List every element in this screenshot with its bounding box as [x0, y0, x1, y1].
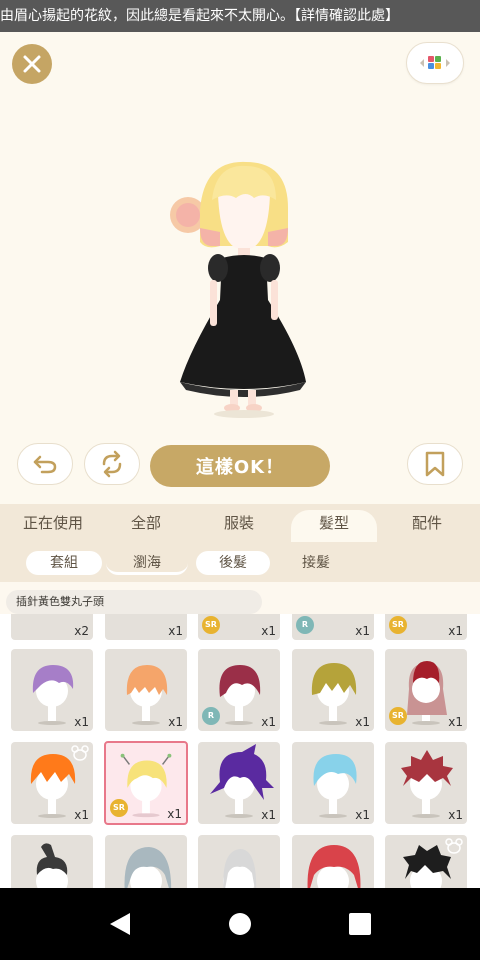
rarity-badge: R: [202, 707, 220, 725]
avatar-figure[interactable]: [160, 150, 330, 420]
tab-all[interactable]: 全部: [106, 504, 186, 542]
item-quantity: x1: [261, 715, 276, 729]
rarity-badge: SR: [110, 799, 128, 817]
item-card[interactable]: SR x1: [385, 649, 467, 731]
bear-icon: [445, 838, 463, 854]
back-triangle-icon[interactable]: [108, 912, 132, 936]
bookmark-button[interactable]: [407, 443, 463, 485]
item-card[interactable]: x1: [198, 742, 280, 824]
item-quantity: x1: [448, 808, 463, 822]
undo-button[interactable]: [17, 443, 73, 485]
item-card[interactable]: [11, 835, 93, 888]
item-card[interactable]: [198, 835, 280, 888]
tab-in-use[interactable]: 正在使用: [0, 504, 106, 542]
item-card[interactable]: x2: [11, 614, 93, 640]
item-grid: x2 x1 SR x1 R x1 SR x1 x1 x1 R x1 x1 SR …: [0, 614, 480, 888]
hair-preview-icon: [307, 845, 361, 888]
tab-accessories[interactable]: 配件: [384, 504, 470, 542]
item-card[interactable]: x1: [11, 742, 93, 824]
item-card[interactable]: x1: [11, 649, 93, 731]
item-card[interactable]: SR x1: [385, 614, 467, 640]
item-quantity: x1: [74, 808, 89, 822]
bookmark-icon: [425, 451, 445, 477]
item-quantity: x1: [74, 715, 89, 729]
ticker-text: 由眉心揚起的花紋，因此總是看起來不太開心。【詳情確認此處】: [0, 8, 399, 24]
layout-toggle-button[interactable]: [406, 42, 464, 84]
tab-clothing[interactable]: 服裝: [196, 504, 282, 542]
item-quantity: x1: [167, 807, 182, 821]
item-quantity: x1: [261, 624, 276, 638]
item-card[interactable]: R x1: [292, 614, 374, 640]
item-card[interactable]: x1: [292, 742, 374, 824]
item-card[interactable]: x1: [385, 742, 467, 824]
rotate-button[interactable]: [84, 443, 140, 485]
hair-preview-icon: [223, 849, 257, 888]
item-card[interactable]: R x1: [198, 649, 280, 731]
item-quantity: x1: [355, 715, 370, 729]
rarity-badge: SR: [389, 707, 407, 725]
selected-item-name: 插針黃色雙丸子頭: [6, 590, 262, 614]
item-card[interactable]: [105, 835, 187, 888]
item-card[interactable]: x1: [292, 649, 374, 731]
category-tabs: 正在使用 全部 服裝 髮型 配件: [0, 504, 480, 542]
hair-subtabs: 套組 瀏海 後髮 接髮: [0, 542, 480, 582]
item-quantity: x1: [448, 715, 463, 729]
close-button[interactable]: [12, 44, 52, 84]
item-card[interactable]: x1: [105, 614, 187, 640]
item-card[interactable]: x1: [105, 649, 187, 731]
rotate-icon: [102, 450, 122, 478]
hair-preview-icon: [36, 843, 68, 888]
rarity-badge: SR: [389, 616, 407, 634]
subtab-extensions[interactable]: 接髮: [276, 551, 356, 575]
announcement-ticker[interactable]: 由眉心揚起的花紋，因此總是看起來不太開心。【詳情確認此處】: [0, 0, 480, 32]
item-quantity: x1: [355, 624, 370, 638]
bear-icon: [71, 745, 89, 761]
item-card-selected[interactable]: SR x1: [104, 741, 188, 825]
tab-hairstyle[interactable]: 髮型: [291, 510, 377, 542]
subtab-back-hair[interactable]: 後髮: [196, 551, 270, 575]
subtab-set[interactable]: 套組: [26, 551, 102, 575]
rarity-badge: R: [296, 616, 314, 634]
item-card[interactable]: [385, 835, 467, 888]
item-quantity: x2: [74, 624, 89, 638]
subtab-bangs[interactable]: 瀏海: [106, 551, 188, 575]
recent-apps-square-icon[interactable]: [349, 913, 371, 935]
item-quantity: x1: [261, 808, 276, 822]
item-quantity: x1: [168, 624, 183, 638]
home-circle-icon[interactable]: [229, 913, 251, 935]
item-quantity: x1: [355, 808, 370, 822]
color-grid-icon: [420, 56, 450, 69]
item-card[interactable]: [292, 835, 374, 888]
confirm-ok-button[interactable]: 這樣OK！: [150, 445, 330, 487]
hair-preview-icon: [124, 847, 172, 888]
item-card[interactable]: SR x1: [198, 614, 280, 640]
item-quantity: x1: [448, 624, 463, 638]
item-quantity: x1: [168, 715, 183, 729]
close-icon: [23, 55, 41, 73]
rarity-badge: SR: [202, 616, 220, 634]
undo-icon: [33, 455, 57, 474]
